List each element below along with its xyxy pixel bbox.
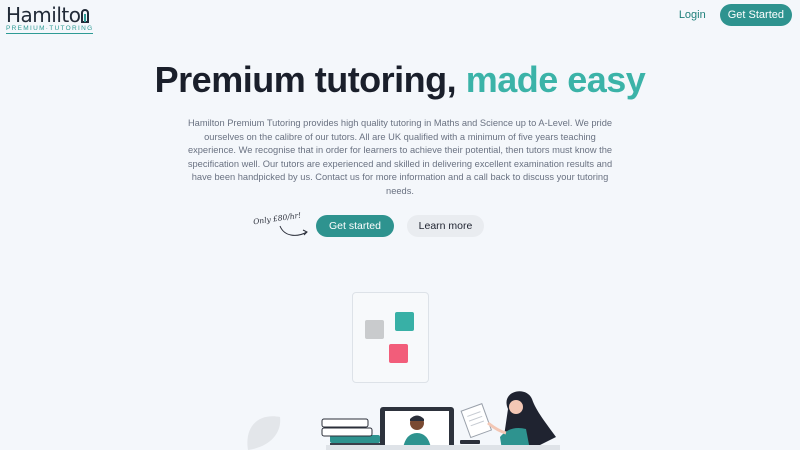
get-started-button[interactable]: Get started	[316, 215, 394, 237]
grey-square-shape	[365, 320, 384, 339]
hero-title-main: Premium tutoring,	[154, 59, 457, 100]
login-link[interactable]: Login	[679, 9, 706, 21]
leaf-icon	[247, 416, 281, 450]
logo-word-text: Hamilto	[6, 3, 81, 27]
hero-description: Hamilton Premium Tutoring provides high …	[187, 118, 613, 196]
laptop-icon	[380, 407, 454, 450]
notepad-icon	[460, 403, 493, 439]
pen-icon	[460, 440, 480, 444]
door-icon	[81, 9, 90, 23]
logo[interactable]: Hamilto PREMIUM·TUTORING	[6, 3, 94, 34]
logo-wordmark: Hamilto	[6, 3, 90, 27]
header-nav: Login Get Started	[679, 4, 792, 26]
hero-title: Premium tutoring, made easy	[0, 59, 800, 101]
learn-more-button[interactable]: Learn more	[407, 215, 484, 237]
pink-square-shape	[389, 344, 408, 363]
hero-title-accent: made easy	[465, 59, 646, 100]
tutoring-scene-illustration	[247, 391, 560, 450]
curved-arrow-icon	[279, 225, 308, 236]
student-figure-icon	[487, 391, 556, 450]
teal-square-shape	[395, 312, 414, 331]
cta-row: Only £80/hr! Get started Learn more	[0, 211, 800, 238]
logo-tagline: PREMIUM·TUTORING	[6, 25, 94, 34]
floating-card-illustration	[352, 292, 429, 383]
header-get-started-button[interactable]: Get Started	[719, 4, 792, 26]
